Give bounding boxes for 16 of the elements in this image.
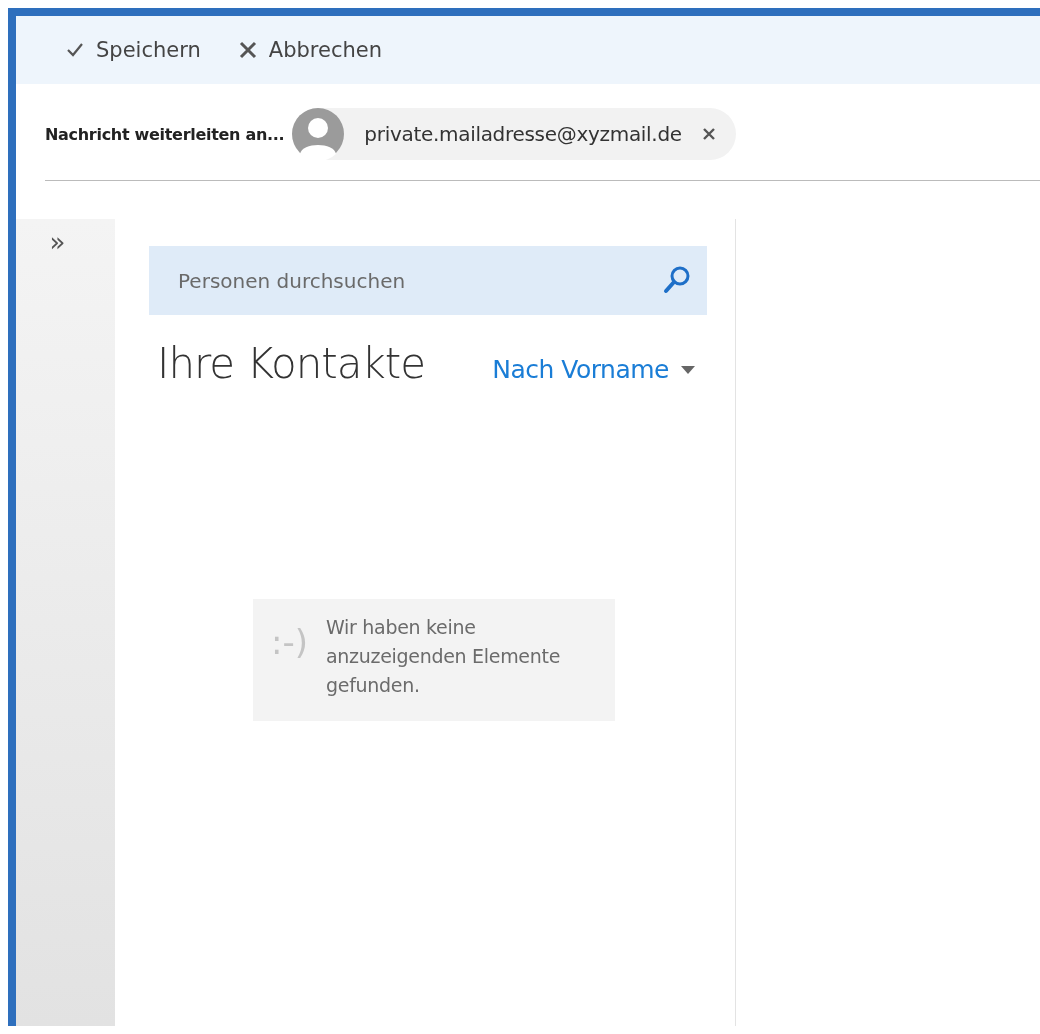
save-button[interactable]: Speichern — [62, 34, 205, 66]
caret-icon — [681, 365, 695, 374]
cancel-button[interactable]: Abbrechen — [234, 34, 386, 66]
emoticon: :-) — [271, 625, 308, 664]
recipient-chip[interactable]: private.mailadresse@xyzmail.de — [292, 108, 736, 160]
sort-dropdown[interactable]: Nach Vorname — [492, 355, 695, 388]
check-icon — [66, 42, 84, 58]
close-icon — [238, 41, 257, 59]
contacts-title: Ihre Kontakte — [157, 339, 426, 388]
forward-label: Nachricht weiterleiten an... — [45, 124, 285, 144]
avatar-icon — [292, 108, 345, 160]
empty-message: Wir haben keine anzuzeigenden Elemente gefunden. — [326, 615, 562, 698]
expand-button[interactable]: » — [49, 219, 82, 255]
remove-icon[interactable] — [701, 127, 716, 141]
recipient-address: private.mailadresse@xyzmail.de — [364, 122, 682, 146]
search-field[interactable]: Personen durchsuchen — [149, 246, 707, 315]
